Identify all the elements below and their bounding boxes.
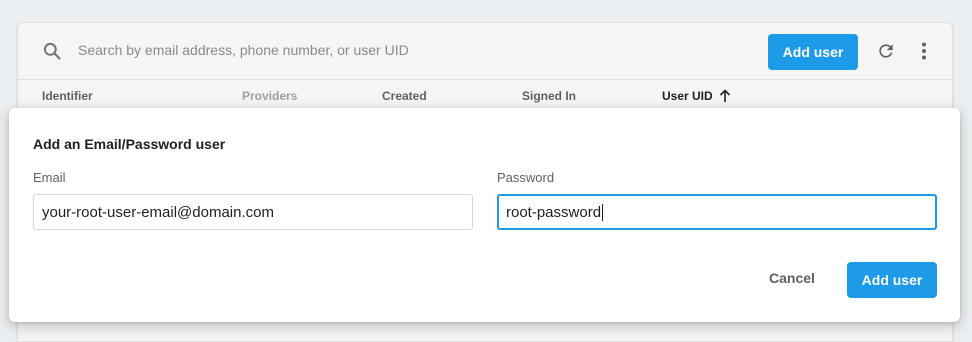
add-user-button[interactable]: Add user — [768, 34, 858, 70]
search-input[interactable]: Search by email address, phone number, o… — [78, 42, 409, 58]
submit-add-user-button[interactable]: Add user — [847, 262, 937, 298]
column-header-identifier[interactable]: Identifier — [42, 89, 93, 103]
column-header-providers: Providers — [242, 89, 298, 103]
column-header-user-uid-label: User UID — [662, 89, 713, 103]
password-field[interactable]: root-password — [497, 194, 937, 230]
password-value: root-password — [506, 203, 602, 221]
column-header-user-uid[interactable]: User UID — [662, 89, 731, 103]
arrow-up-icon — [719, 89, 730, 102]
more-vert-icon[interactable] — [917, 41, 931, 61]
dialog-title: Add an Email/Password user — [33, 136, 226, 152]
email-label: Email — [33, 170, 66, 185]
column-header-signed-in[interactable]: Signed In — [522, 89, 576, 103]
search-icon — [43, 42, 61, 60]
email-value: your-root-user-email@domain.com — [42, 203, 274, 221]
table-header-row: Identifier Providers Created Signed In U… — [18, 79, 952, 111]
cancel-button[interactable]: Cancel — [769, 270, 815, 290]
text-caret — [602, 203, 604, 221]
email-field[interactable]: your-root-user-email@domain.com — [33, 194, 473, 230]
column-header-created[interactable]: Created — [382, 89, 427, 103]
users-toolbar: Search by email address, phone number, o… — [18, 23, 952, 79]
add-user-dialog: Add an Email/Password user Email your-ro… — [9, 108, 960, 322]
password-label: Password — [497, 170, 555, 185]
refresh-icon[interactable] — [876, 41, 896, 61]
